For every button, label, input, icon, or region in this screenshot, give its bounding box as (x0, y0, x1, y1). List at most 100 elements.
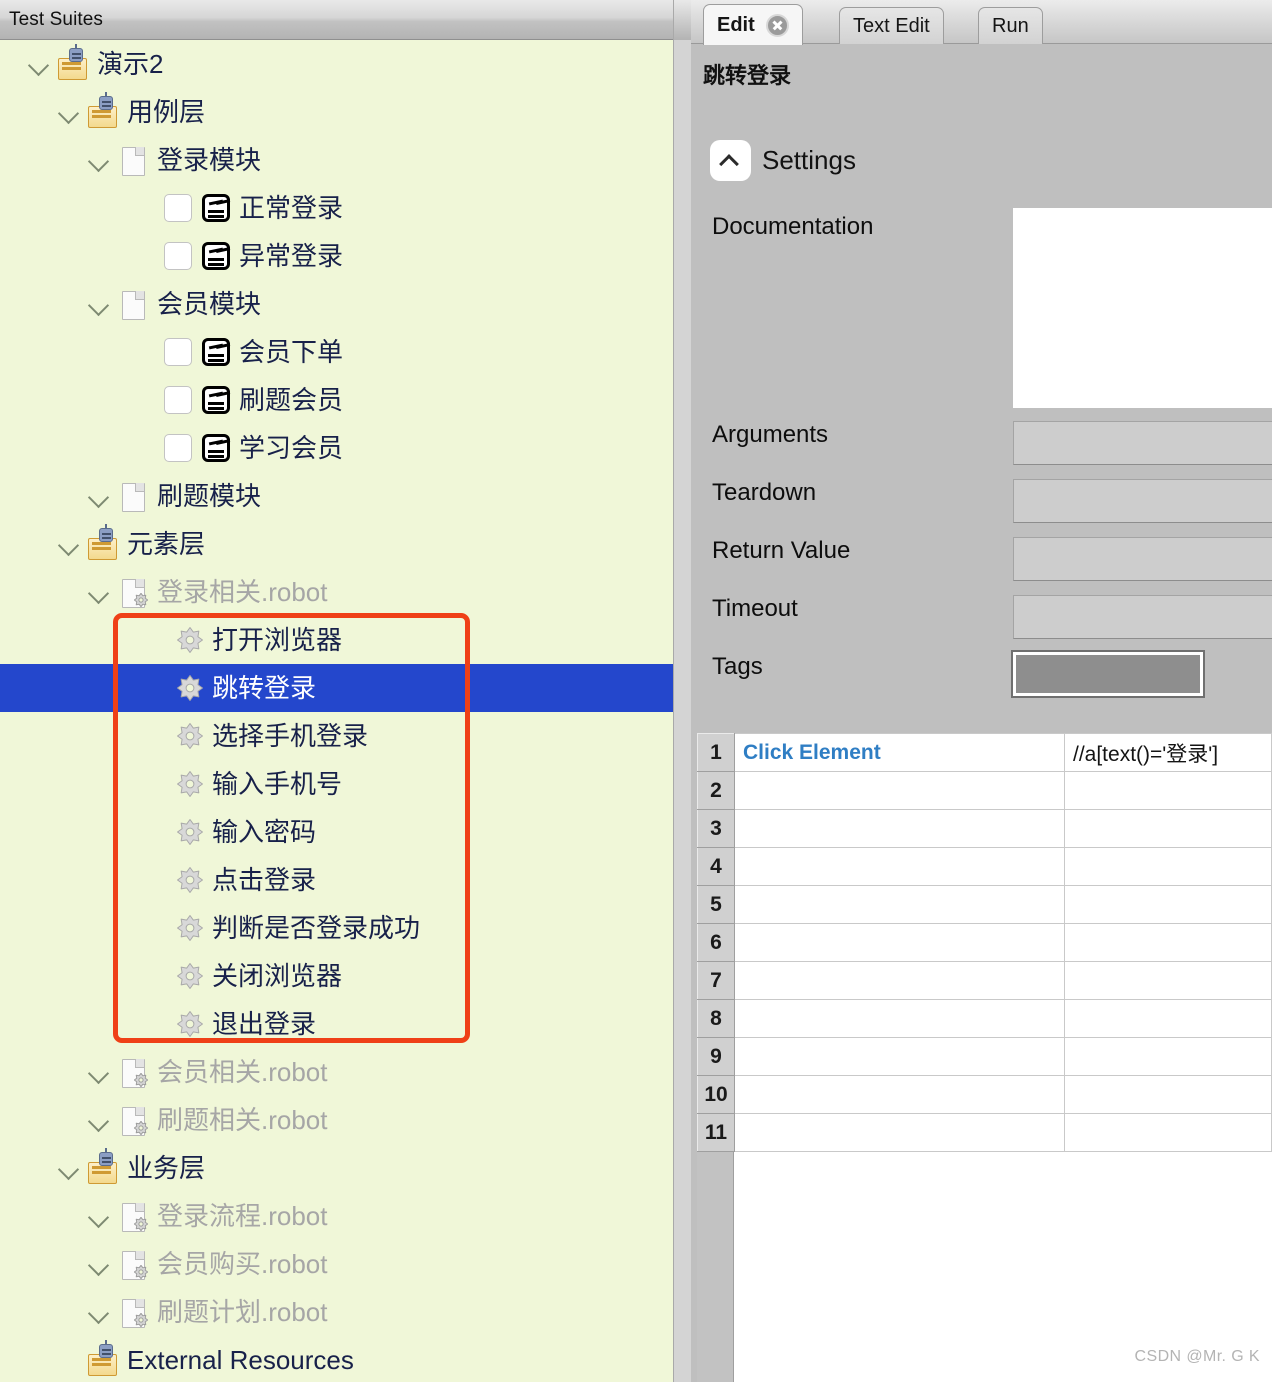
tree-item[interactable]: 会员购买.robot (0, 1240, 673, 1288)
table-row[interactable]: 10 (697, 1075, 1272, 1114)
settings-collapse-toggle[interactable] (710, 140, 751, 181)
tree-item-label: 刷题计划.robot (157, 1297, 328, 1327)
return-value-input[interactable] (1013, 537, 1272, 581)
testcase-robot-icon (200, 191, 232, 225)
testcase-checkbox[interactable] (164, 242, 192, 270)
step-keyword-cell[interactable] (734, 847, 1065, 886)
chevron-down-icon[interactable] (22, 47, 56, 81)
close-icon[interactable] (765, 13, 789, 37)
tree-item[interactable]: 点击登录 (0, 856, 673, 904)
tab-edit[interactable]: Edit (703, 4, 803, 45)
step-argument-cell[interactable] (1064, 1037, 1272, 1076)
tree-item[interactable]: 会员下单 (0, 328, 673, 376)
step-argument-cell[interactable] (1064, 923, 1272, 962)
step-argument-cell[interactable] (1064, 999, 1272, 1038)
testcase-checkbox[interactable] (164, 194, 192, 222)
chevron-down-icon[interactable] (82, 1199, 116, 1233)
tree-item[interactable]: 跳转登录 (0, 664, 673, 712)
tree-item[interactable]: 打开浏览器 (0, 616, 673, 664)
step-keyword-cell[interactable] (734, 923, 1065, 962)
step-keyword-cell[interactable]: Click Element (734, 733, 1065, 772)
table-row[interactable]: 8 (697, 999, 1272, 1038)
keyword-steps-table[interactable]: 1 Click Element //a[text()='登录'] 2 3 4 5 6 7 8 9 10… (697, 733, 1272, 1152)
tree-item[interactable]: 输入密码 (0, 808, 673, 856)
tree-item[interactable]: 关闭浏览器 (0, 952, 673, 1000)
arguments-input[interactable] (1013, 421, 1272, 465)
chevron-down-icon[interactable] (82, 143, 116, 177)
chevron-down-icon[interactable] (82, 575, 116, 609)
testcase-checkbox[interactable] (164, 338, 192, 366)
chevron-down-icon[interactable] (52, 1151, 86, 1185)
step-argument-cell[interactable] (1064, 1075, 1272, 1114)
tree-item[interactable]: 学习会员 (0, 424, 673, 472)
tab-run[interactable]: Run (978, 7, 1043, 44)
tree-item[interactable]: 业务层 (0, 1144, 673, 1192)
tree-item[interactable]: 异常登录 (0, 232, 673, 280)
row-number: 11 (697, 1113, 735, 1152)
chevron-down-icon[interactable] (82, 479, 116, 513)
chevron-down-icon[interactable] (82, 1103, 116, 1137)
step-argument-cell[interactable] (1064, 771, 1272, 810)
teardown-input[interactable] (1013, 479, 1272, 523)
tree-item[interactable]: External Resources (0, 1336, 673, 1382)
tree-item[interactable]: 选择手机登录 (0, 712, 673, 760)
testcase-checkbox[interactable] (164, 386, 192, 414)
table-row[interactable]: 9 (697, 1037, 1272, 1076)
tree-item[interactable]: 会员相关.robot (0, 1048, 673, 1096)
table-row[interactable]: 5 (697, 885, 1272, 924)
table-row[interactable]: 3 (697, 809, 1272, 848)
step-keyword-cell[interactable] (734, 1037, 1065, 1076)
tree-item[interactable]: 登录模块 (0, 136, 673, 184)
tree-item[interactable]: 刷题模块 (0, 472, 673, 520)
step-keyword-cell[interactable] (734, 1075, 1065, 1114)
documentation-input[interactable] (1013, 208, 1272, 408)
tree-no-chevron (130, 335, 164, 369)
table-row[interactable]: 4 (697, 847, 1272, 886)
tree-items-container[interactable]: 演示2 用例层 登录模块 正常登录 异常登录 会员模块 会员下单 刷题会员 学习会员 刷题模块 元素… (0, 40, 673, 1382)
tree-item[interactable]: 元素层 (0, 520, 673, 568)
step-argument-cell[interactable] (1064, 809, 1272, 848)
tree-item[interactable]: 刷题计划.robot (0, 1288, 673, 1336)
tree-item[interactable]: 会员模块 (0, 280, 673, 328)
step-argument-cell[interactable]: //a[text()='登录'] (1064, 733, 1272, 772)
panel-splitter[interactable] (673, 0, 691, 1382)
tree-item[interactable]: 刷题会员 (0, 376, 673, 424)
step-keyword-cell[interactable] (734, 809, 1065, 848)
chevron-down-icon[interactable] (82, 1247, 116, 1281)
keyword-name-heading: 跳转登录 (703, 63, 792, 88)
tags-input[interactable] (1011, 650, 1205, 698)
table-row[interactable]: 1 Click Element //a[text()='登录'] (697, 733, 1272, 772)
table-row[interactable]: 11 (697, 1113, 1272, 1152)
step-argument-cell[interactable] (1064, 885, 1272, 924)
chevron-down-icon[interactable] (82, 287, 116, 321)
suite-folder-icon (86, 92, 120, 129)
chevron-down-icon[interactable] (52, 95, 86, 129)
tree-item[interactable]: 判断是否登录成功 (0, 904, 673, 952)
tree-item-label: 刷题相关.robot (157, 1105, 328, 1135)
tree-item[interactable]: 输入手机号 (0, 760, 673, 808)
table-row[interactable]: 7 (697, 961, 1272, 1000)
tab-text-edit[interactable]: Text Edit (839, 7, 944, 44)
table-row[interactable]: 6 (697, 923, 1272, 962)
chevron-down-icon[interactable] (52, 527, 86, 561)
testcase-checkbox[interactable] (164, 434, 192, 462)
step-keyword-cell[interactable] (734, 961, 1065, 1000)
table-row[interactable]: 2 (697, 771, 1272, 810)
step-keyword-cell[interactable] (734, 1113, 1065, 1152)
step-keyword-cell[interactable] (734, 771, 1065, 810)
tree-item[interactable]: 登录相关.robot (0, 568, 673, 616)
tree-item[interactable]: 演示2 (0, 40, 673, 88)
step-argument-cell[interactable] (1064, 847, 1272, 886)
chevron-down-icon[interactable] (82, 1055, 116, 1089)
chevron-down-icon[interactable] (82, 1295, 116, 1329)
step-keyword-cell[interactable] (734, 999, 1065, 1038)
step-argument-cell[interactable] (1064, 961, 1272, 1000)
tree-item[interactable]: 刷题相关.robot (0, 1096, 673, 1144)
tree-item[interactable]: 用例层 (0, 88, 673, 136)
step-keyword-cell[interactable] (734, 885, 1065, 924)
tree-item[interactable]: 退出登录 (0, 1000, 673, 1048)
tree-item[interactable]: 正常登录 (0, 184, 673, 232)
tree-item[interactable]: 登录流程.robot (0, 1192, 673, 1240)
step-argument-cell[interactable] (1064, 1113, 1272, 1152)
timeout-input[interactable] (1013, 595, 1272, 639)
